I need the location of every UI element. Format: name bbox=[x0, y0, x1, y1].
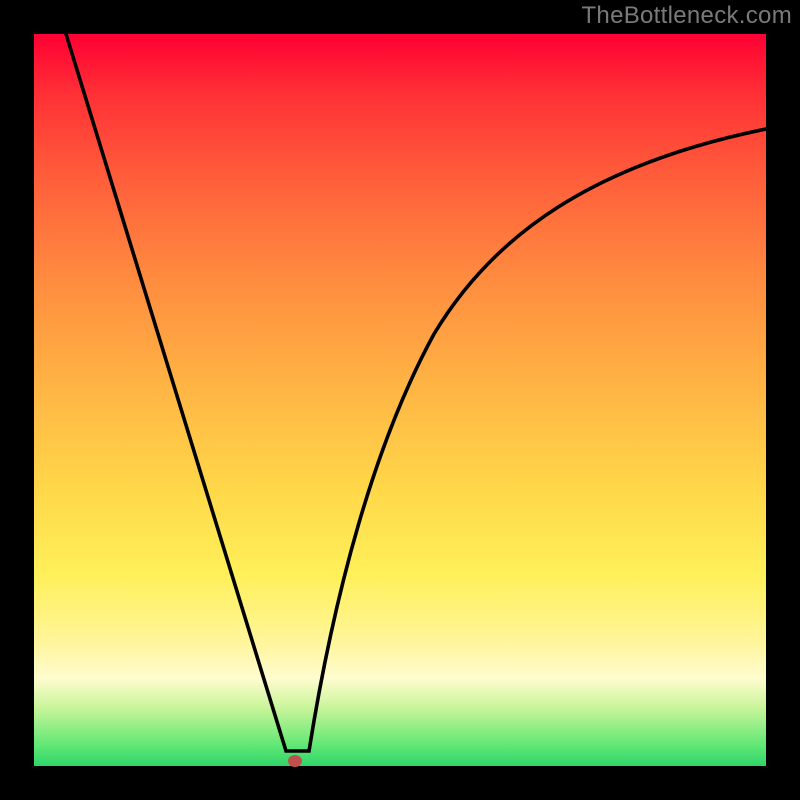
curve-path bbox=[66, 34, 766, 751]
chart-frame: TheBottleneck.com bbox=[0, 0, 800, 800]
bottleneck-curve bbox=[34, 34, 766, 766]
marker-dot bbox=[288, 755, 302, 767]
plot-area bbox=[34, 34, 766, 766]
watermark-text: TheBottleneck.com bbox=[581, 2, 792, 30]
